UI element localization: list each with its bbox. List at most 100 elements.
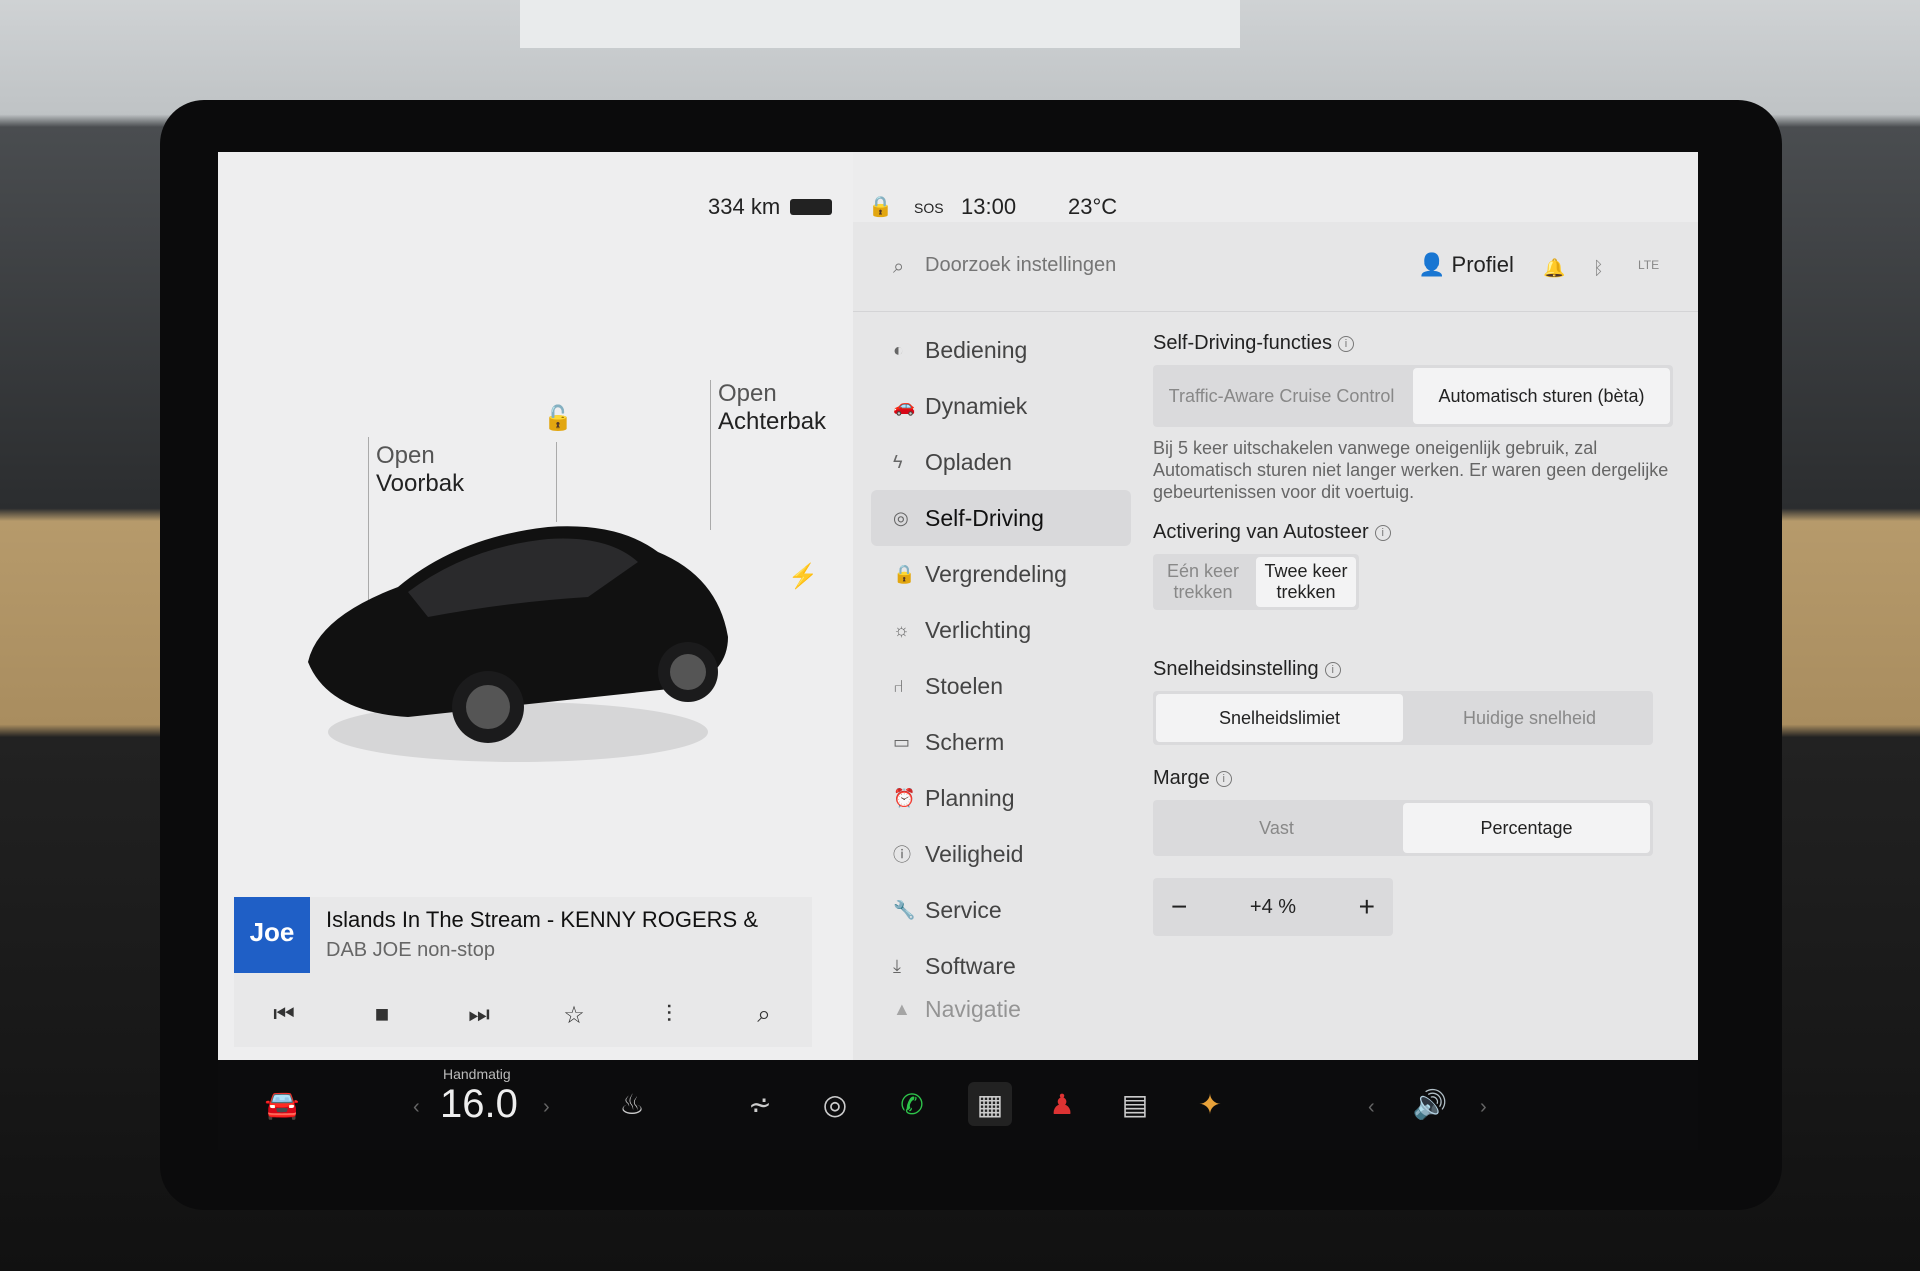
bolt-icon: ϟ bbox=[893, 451, 903, 472]
option-automatisch-sturen[interactable]: Automatisch sturen (bèta) bbox=[1413, 368, 1670, 424]
car-icon[interactable]: 🚘 bbox=[260, 1082, 304, 1126]
touchscreen: 334 km Open Voorbak Open Achterbak 🔓 ⚡ J… bbox=[218, 152, 1698, 1060]
apps-icon[interactable]: ▦ bbox=[968, 1082, 1012, 1126]
option-huidige-snelheid[interactable]: Huidige snelheid bbox=[1406, 691, 1653, 745]
track-title: Islands In The Stream - KENNY ROGERS & bbox=[326, 907, 759, 932]
battery-icon bbox=[790, 199, 832, 215]
charge-port-icon[interactable]: ⚡ bbox=[788, 562, 818, 591]
joystick-icon[interactable]: ♟ bbox=[1040, 1082, 1084, 1126]
speed-setting-title: Snelheidsinstelling i bbox=[1153, 658, 1673, 681]
menu-item-opladen[interactable]: ϟ Opladen bbox=[871, 434, 1131, 490]
car-image bbox=[308, 526, 728, 762]
option-percentage[interactable]: Percentage bbox=[1403, 803, 1650, 853]
option-snelheidslimiet[interactable]: Snelheidslimiet bbox=[1156, 694, 1403, 742]
phone-icon[interactable]: ✆ bbox=[890, 1082, 934, 1126]
seat-icon: ⑁ bbox=[893, 675, 904, 696]
bell-icon[interactable]: 🔔 bbox=[1543, 258, 1565, 279]
wrench-icon: 🔧 bbox=[893, 899, 916, 920]
settings-panel: ⌕ 👤 Profiel 🔔 ᛒ LTE ◐Bediening 🚗Dynamiek… bbox=[853, 222, 1698, 1060]
range-readout: 334 km bbox=[708, 194, 781, 219]
media-player: Joe Islands In The Stream - KENNY ROGERS… bbox=[234, 897, 812, 1047]
info-icon[interactable]: i bbox=[1215, 770, 1232, 787]
margin-value: +4 % bbox=[1249, 895, 1297, 918]
menu-item-software[interactable]: ⤓ Software bbox=[871, 938, 1131, 994]
menu-item-verlichting[interactable]: ☼ Verlichting bbox=[871, 602, 1131, 658]
option-traffic-aware-cruise[interactable]: Traffic-Aware Cruise Control bbox=[1153, 365, 1410, 427]
volume-down-icon[interactable]: ‹ bbox=[1368, 1096, 1375, 1119]
decrease-button[interactable]: − bbox=[1171, 891, 1187, 923]
menu-item-stoelen[interactable]: ⑁ Stoelen bbox=[871, 658, 1131, 714]
sos-icon[interactable]: SOS bbox=[914, 200, 944, 216]
menu-item-service[interactable]: 🔧 Service bbox=[871, 882, 1131, 938]
profile-label: Profiel bbox=[1451, 252, 1514, 277]
temp-down-icon[interactable]: ‹ bbox=[413, 1096, 420, 1119]
temp-up-icon[interactable]: › bbox=[543, 1096, 550, 1119]
station-logo: Joe bbox=[234, 897, 310, 973]
autosteer-title: Activering van Autosteer i bbox=[1153, 521, 1673, 544]
menu-item-scherm[interactable]: ▭ Scherm bbox=[871, 714, 1131, 770]
frunk-button[interactable]: Open Voorbak bbox=[376, 442, 464, 498]
volume-icon[interactable]: 🔊 bbox=[1408, 1082, 1452, 1126]
clock: 13:00 bbox=[961, 194, 1017, 219]
increase-button[interactable]: + bbox=[1359, 891, 1375, 923]
stop-icon[interactable]: ■ bbox=[362, 995, 402, 1035]
menu-item-planning[interactable]: ⏰ Planning bbox=[871, 770, 1131, 826]
lte-signal-icon: LTE bbox=[1638, 258, 1660, 272]
sun-icon: ☼ bbox=[893, 619, 910, 640]
self-driving-title: Self-Driving-functies i bbox=[1153, 332, 1673, 355]
steering-wheel-icon: ◎ bbox=[893, 507, 909, 528]
option-twee-keer-trekken[interactable]: Twee keer trekken bbox=[1256, 557, 1356, 607]
lock-icon: 🔒 bbox=[893, 563, 916, 584]
climate-temperature[interactable]: 16.0 bbox=[440, 1082, 518, 1127]
games-icon[interactable]: ✦ bbox=[1188, 1082, 1232, 1126]
trunk-open-label: Open bbox=[718, 380, 777, 407]
menu-item-veiligheid[interactable]: ⓘ Veiligheid bbox=[871, 826, 1131, 882]
clock-icon: ⏰ bbox=[893, 787, 916, 808]
steering-heat-icon[interactable]: ◎ bbox=[813, 1082, 857, 1126]
calendar-icon[interactable]: ▤ bbox=[1113, 1082, 1157, 1126]
car-icon: 🚗 bbox=[893, 395, 916, 416]
download-icon: ⤓ bbox=[893, 955, 901, 976]
skip-forward-icon[interactable]: ⏭ bbox=[459, 995, 499, 1035]
climate-mode-label: Handmatig bbox=[443, 1066, 511, 1082]
self-driving-description: Bij 5 keer uitschakelen vanwege oneigenl… bbox=[1153, 438, 1669, 502]
bottom-dock: 🚘 ‹ Handmatig 16.0 › ♨ ⩫ ◎ ✆ ▦ ♟ ▤ ✦ ‹ 🔊… bbox=[218, 1060, 1698, 1150]
menu-item-bediening[interactable]: ◐ Bediening bbox=[871, 322, 1131, 378]
option-een-keer-trekken[interactable]: Eén keer trekken bbox=[1153, 554, 1253, 610]
frunk-label: Voorbak bbox=[376, 470, 465, 497]
bluetooth-icon[interactable]: ᛒ bbox=[1593, 258, 1604, 279]
car-panel: 334 km Open Voorbak Open Achterbak 🔓 ⚡ J… bbox=[218, 152, 853, 1060]
menu-item-vergrendeling[interactable]: 🔒 Vergrendeling bbox=[871, 546, 1131, 602]
trunk-button[interactable]: Open Achterbak bbox=[718, 380, 826, 436]
menu-item-dynamiek[interactable]: 🚗 Dynamiek bbox=[871, 378, 1131, 434]
menu-item-self-driving[interactable]: ◎ Self-Driving bbox=[871, 490, 1131, 546]
profile-button[interactable]: 👤 Profiel bbox=[1418, 252, 1514, 278]
settings-header: ⌕ 👤 Profiel 🔔 ᛒ LTE bbox=[853, 222, 1698, 312]
info-icon[interactable]: i bbox=[1324, 661, 1341, 678]
seat-heater-icon[interactable]: ♨ bbox=[610, 1082, 654, 1126]
equalizer-icon[interactable]: ⫶ bbox=[649, 995, 689, 1035]
option-vast[interactable]: Vast bbox=[1153, 800, 1400, 856]
settings-search-input[interactable] bbox=[925, 250, 1225, 280]
margin-title: Marge i bbox=[1153, 767, 1673, 790]
volume-up-icon[interactable]: › bbox=[1480, 1096, 1487, 1119]
navigation-icon: ▲ bbox=[893, 998, 911, 1019]
rear-defrost-icon[interactable]: ⩫ bbox=[738, 1082, 782, 1126]
margin-stepper: − +4 % + bbox=[1153, 878, 1393, 936]
trunk-label: Achterbak bbox=[718, 408, 827, 435]
info-icon[interactable]: i bbox=[1374, 524, 1391, 541]
menu-item-navigatie[interactable]: ▲ Navigatie bbox=[871, 994, 1131, 1024]
toggle-icon: ◐ bbox=[893, 339, 904, 360]
unlock-icon[interactable]: 🔓 bbox=[543, 404, 573, 433]
frunk-open-label: Open bbox=[376, 442, 435, 469]
skip-back-icon[interactable]: ⏮ bbox=[264, 995, 304, 1035]
settings-menu: ◐ Bediening 🚗 Dynamiek ϟ Opladen ◎ Self-Driv… bbox=[871, 322, 1131, 1024]
info-icon[interactable]: i bbox=[1337, 335, 1354, 352]
speed-setting-selector: Snelheidslimiet Huidige snelheid bbox=[1153, 691, 1653, 745]
self-driving-settings: Self-Driving-functies i Traffic-Aware Cru… bbox=[1153, 332, 1673, 936]
outside-temp: 23°C bbox=[1068, 194, 1118, 219]
star-icon[interactable]: ☆ bbox=[554, 995, 594, 1035]
search-icon[interactable]: ⌕ bbox=[744, 995, 784, 1035]
info-icon: ⓘ bbox=[893, 845, 911, 865]
background-sign bbox=[520, 0, 1240, 48]
